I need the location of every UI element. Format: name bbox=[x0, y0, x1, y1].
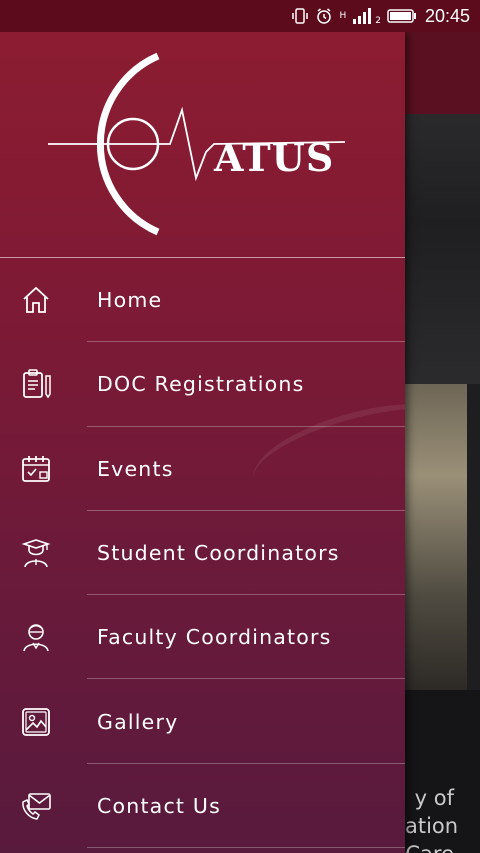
alarm-icon bbox=[315, 7, 333, 25]
menu-item-home[interactable]: Home bbox=[0, 258, 405, 343]
conatus-logo bbox=[48, 52, 346, 236]
menu-item-label: DOC Registrations bbox=[97, 372, 305, 397]
navigation-drawer: ATUS Home DOC Registrations Events Stude… bbox=[0, 32, 405, 853]
photo-edge bbox=[467, 384, 480, 690]
image-icon bbox=[20, 706, 52, 738]
menu-divider bbox=[87, 847, 405, 849]
menu-item-events[interactable]: Events bbox=[0, 427, 405, 511]
signal-h-icon: H bbox=[339, 10, 347, 21]
menu-item-label: Home bbox=[97, 288, 163, 313]
background-text: y of ation Care bbox=[405, 786, 459, 853]
logo-text: ATUS bbox=[214, 135, 335, 180]
menu-item-label: Events bbox=[97, 456, 174, 481]
vibrate-icon bbox=[291, 7, 309, 25]
battery-icon bbox=[387, 8, 417, 24]
menu-item-doc-registrations[interactable]: DOC Registrations bbox=[0, 342, 405, 427]
menu-item-gallery[interactable]: Gallery bbox=[0, 679, 405, 764]
signal-icon bbox=[352, 7, 374, 25]
drawer-header: ATUS bbox=[0, 32, 405, 257]
status-bar: H 2 20:45 bbox=[0, 0, 480, 32]
menu-item-contact-us[interactable]: Contact Us bbox=[0, 764, 405, 849]
hero-image bbox=[405, 114, 480, 384]
event-photo bbox=[405, 384, 467, 690]
menu-item-label: Faculty Coordinators bbox=[97, 625, 332, 650]
menu-item-label: Gallery bbox=[97, 709, 179, 734]
teacher-icon bbox=[20, 621, 52, 653]
clipboard-pen-icon bbox=[20, 368, 52, 400]
graduate-icon bbox=[20, 537, 52, 569]
menu-item-label: Contact Us bbox=[97, 793, 221, 818]
envelope-phone-icon bbox=[20, 790, 52, 822]
menu-item-student-coordinators[interactable]: Student Coordinators bbox=[0, 511, 405, 596]
menu-item-label: Student Coordinators bbox=[97, 541, 340, 566]
calendar-icon bbox=[20, 453, 52, 485]
menu-item-faculty-coordinators[interactable]: Faculty Coordinators bbox=[0, 595, 405, 680]
clock: 20:45 bbox=[424, 5, 470, 26]
home-icon bbox=[20, 284, 52, 316]
sim-slot-label: 2 bbox=[375, 16, 381, 26]
drawer-menu: Home DOC Registrations Events Student Co… bbox=[0, 258, 405, 849]
